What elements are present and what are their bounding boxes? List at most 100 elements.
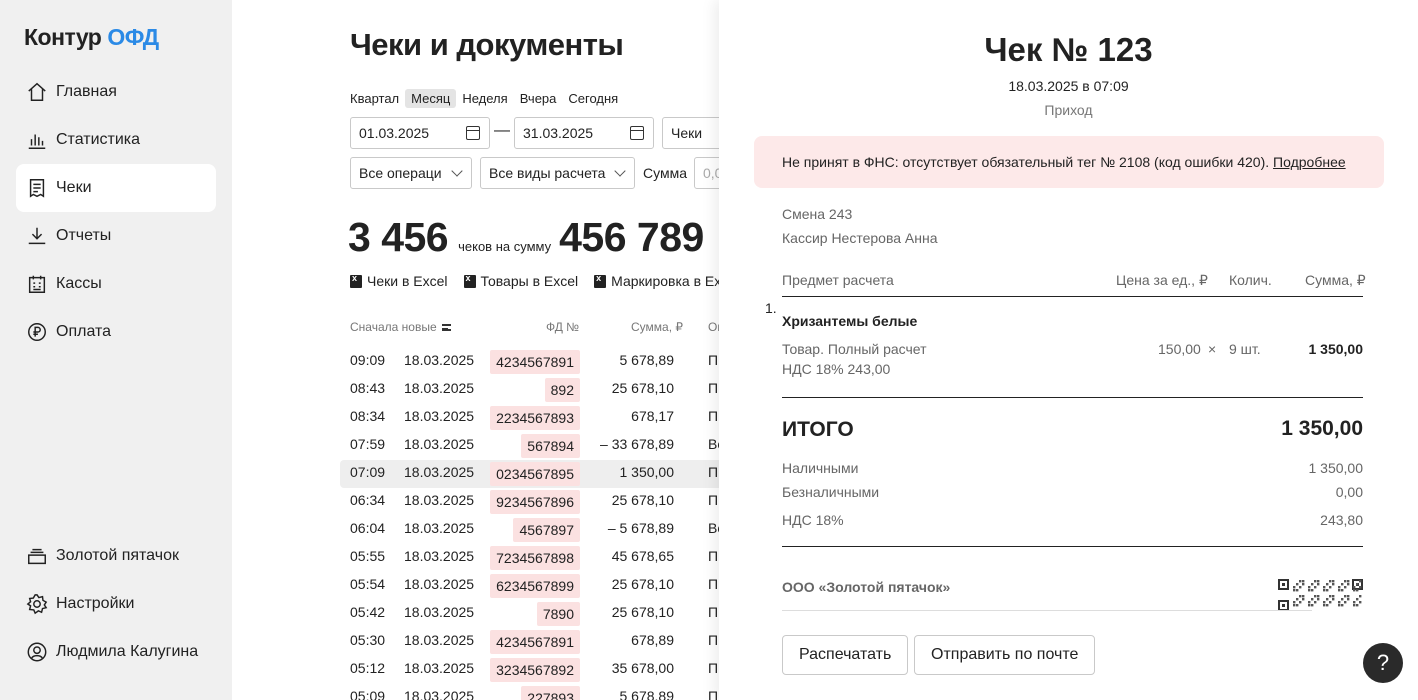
row-operation: Приход — [708, 408, 719, 424]
print-button[interactable]: Распечатать — [782, 635, 909, 675]
row-date: 18.03.2025 — [404, 436, 475, 452]
row-fd-number: 4234567891 — [490, 350, 580, 374]
table-row[interactable]: 06:34 18.03.2025 9234567896 25 678,10 Приход — [340, 488, 719, 516]
help-button[interactable]: ? — [1363, 643, 1403, 683]
table-row[interactable]: 05:12 18.03.2025 3234567892 35 678,00 Приход — [340, 656, 719, 684]
table-row[interactable]: 05:09 18.03.2025 227893 5 678,89 Приход — [340, 684, 719, 700]
column-header-operation[interactable]: Операция — [708, 320, 719, 334]
date-from-value: 01.03.2025 — [359, 125, 430, 141]
page-title: Чеки и документы — [350, 27, 624, 62]
sidebar-item-receipts[interactable]: Чеки — [16, 164, 216, 212]
chevron-down-icon — [451, 165, 463, 177]
error-alert: Не принят в ФНС: отсутствует обязательны… — [754, 136, 1384, 188]
header-qty: Колич. — [1229, 272, 1272, 288]
home-icon — [26, 81, 48, 103]
row-date: 18.03.2025 — [404, 632, 475, 648]
stack-icon — [26, 545, 48, 567]
row-date: 18.03.2025 — [404, 688, 475, 700]
period-today[interactable]: Сегодня — [562, 89, 624, 108]
table-row[interactable]: 08:43 18.03.2025 892 25 678,10 Приход — [340, 376, 719, 404]
sidebar-item-payment[interactable]: Оплата — [16, 308, 216, 356]
row-operation: Приход — [708, 548, 719, 564]
sidebar-item-settings[interactable]: Настройки — [16, 580, 216, 628]
gear-icon — [26, 593, 48, 615]
sidebar-item-reports[interactable]: Отчеты — [16, 212, 216, 260]
column-header-fd[interactable]: ФД № — [546, 320, 579, 334]
period-month[interactable]: Месяц — [405, 89, 457, 108]
alert-text: Не принят в ФНС: отсутствует обязательны… — [782, 154, 1270, 170]
export-receipts-excel[interactable]: Чеки в Excel — [350, 273, 448, 289]
doc-type-select[interactable]: Чеки — [662, 117, 719, 149]
sidebar-item-registers[interactable]: Кассы — [16, 260, 216, 308]
sidebar-item-label: Отчеты — [56, 227, 112, 244]
table-row[interactable]: 09:09 18.03.2025 4234567891 5 678,89 Приход — [340, 348, 719, 376]
export-marking-excel[interactable]: Маркировка в Excel — [594, 273, 719, 289]
date-to-input[interactable]: 31.03.2025 — [514, 117, 654, 149]
row-operation: Приход — [708, 688, 719, 700]
sum-label: Сумма — [643, 165, 687, 181]
row-date: 18.03.2025 — [404, 520, 475, 536]
row-date: 18.03.2025 — [404, 548, 475, 564]
export-label: Чеки в Excel — [367, 273, 448, 289]
sidebar-item-label: Золотой пятачок — [56, 547, 179, 564]
cash-register-icon — [26, 273, 48, 295]
divider — [782, 397, 1363, 398]
row-operation: Приход — [708, 464, 719, 480]
table-row[interactable]: 05:54 18.03.2025 6234567899 25 678,10 Приход — [340, 572, 719, 600]
excel-icon — [594, 273, 607, 288]
table-row[interactable]: 06:04 18.03.2025 4567897 – 5 678,89 Возврат — [340, 516, 719, 544]
date-from-input[interactable]: 01.03.2025 — [350, 117, 490, 149]
logo-accent-text: ОФД — [107, 24, 159, 50]
period-week[interactable]: Неделя — [456, 89, 513, 108]
row-time: 06:34 — [350, 492, 386, 508]
receipt-type: Приход — [1044, 102, 1093, 118]
table-row[interactable]: 07:59 18.03.2025 567894 – 33 678,89 Возврат — [340, 432, 719, 460]
period-selector: Квартал Месяц Неделя Вчера Сегодня — [344, 89, 624, 108]
row-fd-number: 892 — [544, 378, 580, 402]
table-row[interactable]: 08:34 18.03.2025 2234567893 678,17 Приход — [340, 404, 719, 432]
period-yesterday[interactable]: Вчера — [514, 89, 563, 108]
table-row[interactable]: 05:55 18.03.2025 7234567898 45 678,65 Приход — [340, 544, 719, 572]
calendar-icon[interactable] — [630, 126, 644, 140]
table-row[interactable]: 05:42 18.03.2025 7890 25 678,10 Приход — [340, 600, 719, 628]
alert-details-link[interactable]: Подробнее — [1273, 154, 1346, 170]
receipt-datetime: 18.03.2025 в 07:09 — [1008, 78, 1129, 94]
row-time: 09:09 — [350, 352, 386, 368]
sidebar-item-home[interactable]: Главная — [16, 68, 216, 116]
vat-value: 243,80 — [1320, 512, 1363, 528]
operations-select[interactable]: Все операци — [350, 157, 472, 189]
sort-toggle[interactable]: Сначала новые — [350, 320, 451, 334]
export-goods-excel[interactable]: Товары в Excel — [463, 273, 578, 289]
table-row[interactable]: 07:09 18.03.2025 0234567895 1 350,00 Приход — [340, 460, 719, 488]
row-fd-number: 9234567896 — [490, 490, 580, 514]
row-operation: Приход — [708, 352, 719, 368]
organization-name: ООО «Золотой пятачок» — [782, 579, 951, 595]
period-quarter[interactable]: Квартал — [344, 89, 405, 108]
totals-summary: 3 456 чеков на сумму 456 789 — [348, 214, 704, 261]
calendar-icon[interactable] — [466, 126, 480, 140]
sidebar-item-statistics[interactable]: Статистика — [16, 116, 216, 164]
sidebar-item-user[interactable]: Людмила Калугина — [16, 628, 216, 676]
item-qty: 9 шт. — [1229, 341, 1261, 357]
logo[interactable]: Контур ОФД — [24, 24, 159, 51]
receipt-title: Чек № 123 — [984, 31, 1153, 68]
payment-types-select[interactable]: Все виды расчета — [480, 157, 635, 189]
row-time: 07:59 — [350, 436, 386, 452]
row-fd-number: 2234567893 — [490, 406, 580, 430]
excel-icon — [463, 273, 476, 288]
total-label: ИТОГО — [782, 418, 854, 441]
row-time: 05:55 — [350, 548, 386, 564]
total-sum: 456 789 — [559, 214, 704, 260]
send-email-button[interactable]: Отправить по почте — [914, 635, 1096, 675]
sort-icon — [441, 324, 451, 332]
main-content: Чеки и документы Квартал Месяц Неделя Вч… — [232, 0, 719, 700]
row-operation: Приход — [708, 604, 719, 620]
row-date: 18.03.2025 — [404, 604, 475, 620]
table-row[interactable]: 05:30 18.03.2025 4234567891 678,89 Приход — [340, 628, 719, 656]
cashless-value: 0,00 — [1335, 484, 1363, 500]
sum-input[interactable]: 0,0 — [694, 157, 719, 189]
header-item: Предмет расчета — [782, 272, 894, 288]
item-number: 1. — [765, 300, 777, 316]
sidebar-item-organization[interactable]: Золотой пятачок — [16, 532, 216, 580]
column-header-sum[interactable]: Сумма, ₽ — [631, 320, 683, 334]
